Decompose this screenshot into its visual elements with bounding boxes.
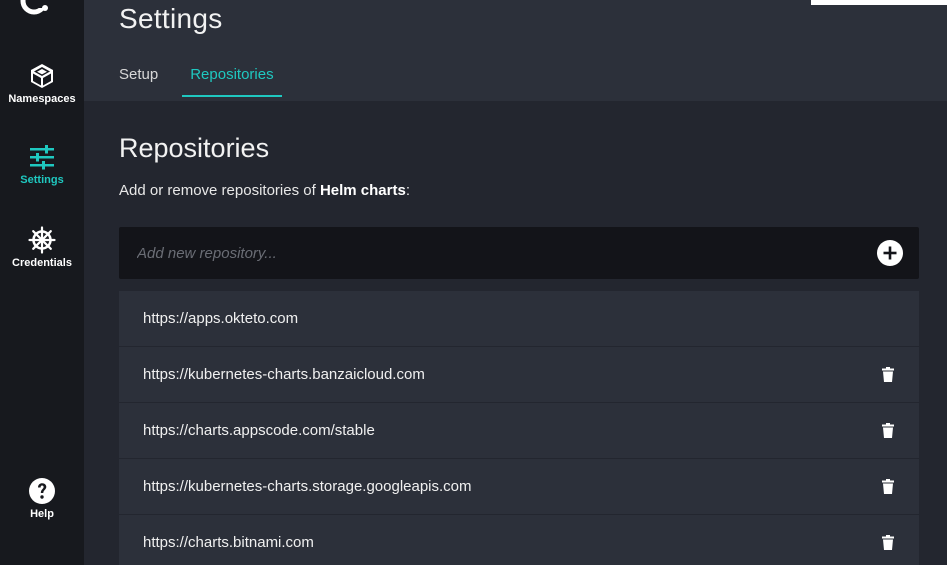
cube-icon xyxy=(27,61,57,91)
sidebar-item-settings[interactable]: Settings xyxy=(0,142,84,186)
trash-icon[interactable] xyxy=(881,423,895,439)
sidebar-item-help[interactable]: Help xyxy=(0,476,84,520)
section-description: Add or remove repositories of Helm chart… xyxy=(119,182,919,199)
app-window: Namespaces Settings Credentials Help Set… xyxy=(0,0,947,565)
tab-setup[interactable]: Setup xyxy=(111,52,166,97)
tab-repositories[interactable]: Repositories xyxy=(182,52,282,97)
repository-url: https://charts.bitnami.com xyxy=(143,534,314,551)
repository-url: https://kubernetes-charts.storage.google… xyxy=(143,478,472,495)
trash-icon[interactable] xyxy=(881,367,895,383)
list-item: https://kubernetes-charts.storage.google… xyxy=(119,459,919,515)
help-circle-icon xyxy=(27,476,57,506)
sidebar-item-label: Help xyxy=(30,508,54,520)
sliders-icon xyxy=(27,142,57,172)
repository-url: https://kubernetes-charts.banzaicloud.co… xyxy=(143,366,425,383)
okteto-logo-icon[interactable] xyxy=(19,0,49,16)
plus-circle-icon[interactable] xyxy=(877,240,903,266)
repository-url: https://apps.okteto.com xyxy=(143,310,299,327)
sidebar-item-namespaces[interactable]: Namespaces xyxy=(0,61,84,105)
main-content: Settings Setup Repositories Repositories… xyxy=(84,0,947,565)
list-item: https://charts.bitnami.com xyxy=(119,515,919,565)
description-bold: Helm charts xyxy=(319,182,406,199)
add-repository-bar xyxy=(119,227,919,279)
list-item: https://kubernetes-charts.banzaicloud.co… xyxy=(119,347,919,403)
description-text: Add or remove repositories of xyxy=(119,182,320,199)
repository-list: https://apps.okteto.com https://kubernet… xyxy=(119,291,919,565)
sidebar-item-label: Settings xyxy=(20,174,64,186)
top-right-panel-edge xyxy=(811,0,947,5)
repositories-section: Repositories Add or remove repositories … xyxy=(84,133,947,565)
add-repository-input[interactable] xyxy=(135,243,877,263)
sidebar-item-label: Namespaces xyxy=(8,93,76,105)
page-title: Settings xyxy=(119,3,223,34)
list-item: https://charts.appscode.com/stable xyxy=(119,403,919,459)
section-title: Repositories xyxy=(119,133,270,163)
page-header: Settings Setup Repositories xyxy=(84,0,947,101)
settings-tabs: Setup Repositories xyxy=(111,52,298,97)
helm-wheel-icon xyxy=(27,225,57,255)
sidebar-item-credentials[interactable]: Credentials xyxy=(0,225,84,269)
description-suffix: : xyxy=(405,182,410,199)
sidebar-item-label: Credentials xyxy=(12,257,72,269)
trash-icon[interactable] xyxy=(881,535,895,551)
trash-icon[interactable] xyxy=(881,479,895,495)
list-item: https://apps.okteto.com xyxy=(119,291,919,347)
repository-url: https://charts.appscode.com/stable xyxy=(143,422,375,439)
sidebar: Namespaces Settings Credentials Help xyxy=(0,0,84,565)
